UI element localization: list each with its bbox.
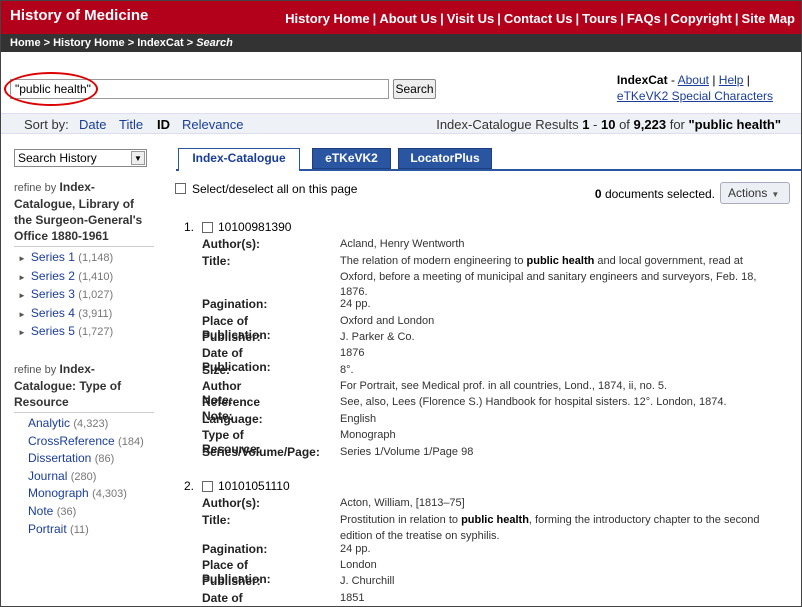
record-id: 10100981390 (218, 220, 292, 234)
select-all[interactable]: Select/deselect all on this page (175, 182, 357, 196)
search-history-select[interactable]: Search History ▼ (14, 149, 147, 167)
type-item[interactable]: Analytic (4,323) (14, 415, 154, 433)
actions-button[interactable]: Actions ▼ (720, 182, 790, 204)
nav-tours[interactable]: Tours (582, 11, 617, 26)
site-header: History of Medicine History Home | About U… (1, 1, 801, 34)
sort-relevance[interactable]: Relevance (182, 117, 243, 132)
type-item[interactable]: Monograph (4,303) (14, 485, 154, 503)
tab-etkevk2[interactable]: eTKeVK2 (312, 148, 391, 169)
crumb-history-home[interactable]: History Home (53, 37, 125, 49)
triangle-right-icon: ► (18, 272, 26, 282)
help-link[interactable]: Help (719, 73, 744, 87)
nav-faqs[interactable]: FAQs (627, 11, 661, 26)
chevron-down-icon: ▼ (131, 151, 145, 165)
sort-date[interactable]: Date (79, 117, 106, 132)
series-item[interactable]: ► Series 2 (1,410) (14, 268, 154, 287)
nav-site-map[interactable]: Site Map (742, 11, 795, 26)
top-nav: History Home | About Us | Visit Us | Contact U… (285, 11, 795, 26)
triangle-right-icon: ► (18, 328, 26, 338)
record-title: The relation of modern engineering to pu… (340, 255, 757, 298)
series-item[interactable]: ► Series 3 (1,027) (14, 286, 154, 305)
tab-locatorplus[interactable]: LocatorPlus (398, 148, 492, 169)
nav-contact-us[interactable]: Contact Us (504, 11, 573, 26)
refine-type: refine by Index-Catalogue: Type of Resou… (14, 361, 154, 538)
refine-series: refine by Index-Catalogue, Library of th… (14, 179, 154, 342)
nav-about-us[interactable]: About Us (379, 11, 437, 26)
select-all-checkbox[interactable] (175, 183, 186, 194)
tab-index-catalogue[interactable]: Index-Catalogue (178, 148, 300, 171)
search-input[interactable] (10, 79, 389, 99)
search-button[interactable]: Search (393, 79, 436, 99)
site-brand[interactable]: History of Medicine (10, 7, 148, 24)
nav-history-home[interactable]: History Home (285, 11, 370, 26)
results-summary: Index-Catalogue Results 1 - 10 of 9,223 … (436, 117, 781, 132)
sort-bar: Sort by: Date Title ID Relevance Index-C… (1, 113, 801, 134)
documents-selected: 0 documents selected. (594, 187, 715, 201)
triangle-right-icon: ► (18, 254, 26, 263)
indexcat-label: IndexCat (616, 73, 668, 87)
series-item[interactable]: ► Series 1 (1,148) (14, 249, 154, 268)
record-checkbox[interactable] (202, 222, 213, 233)
crumb-home[interactable]: Home (10, 37, 41, 49)
type-item[interactable]: CrossReference (184) (14, 433, 154, 451)
sort-label: Sort by: (24, 117, 69, 132)
sort-title[interactable]: Title (119, 117, 143, 132)
sort-id[interactable]: ID (157, 117, 170, 132)
type-item[interactable]: Portrait (11) (14, 521, 154, 539)
type-item[interactable]: Journal (280) (14, 468, 154, 486)
about-link[interactable]: About (678, 73, 709, 87)
crumb-indexcat[interactable]: IndexCat (137, 37, 183, 49)
special-characters-link[interactable]: eTKeVK2 Special Characters (617, 89, 773, 103)
nav-copyright[interactable]: Copyright (671, 11, 732, 26)
type-item[interactable]: Note (36) (14, 503, 154, 521)
type-item[interactable]: Dissertation (86) (14, 450, 154, 468)
nav-visit-us[interactable]: Visit Us (447, 11, 494, 26)
breadcrumb: Home > History Home > IndexCat > Search (1, 34, 801, 52)
series-item[interactable]: ► Series 5 (1,727) (14, 323, 154, 342)
record-checkbox[interactable] (202, 481, 213, 492)
record-title: Prostitution in relation to public healt… (340, 514, 760, 542)
triangle-right-icon: ► (18, 309, 26, 319)
indexcat-links: IndexCat - About | Help | eTKeVK2 Specia… (616, 73, 773, 103)
crumb-current: Search (196, 37, 233, 49)
record-id: 10101051110 (218, 479, 290, 493)
chevron-down-icon: ▼ (771, 190, 780, 199)
triangle-right-icon: ► (18, 291, 26, 301)
series-item[interactable]: ► Series 4 (3,911) (14, 305, 154, 324)
